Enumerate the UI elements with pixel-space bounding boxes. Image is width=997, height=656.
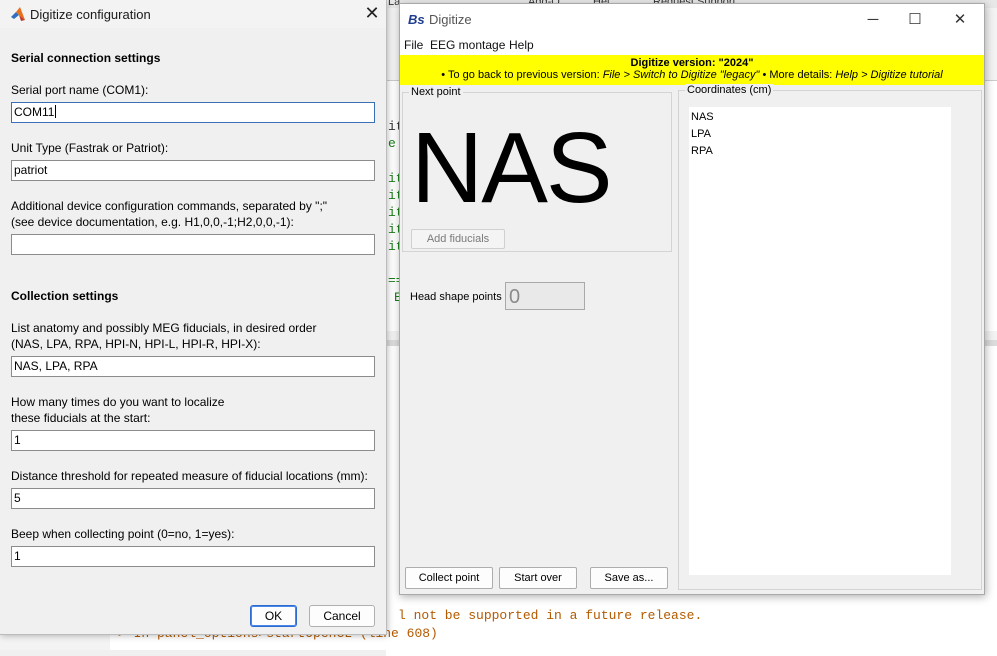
tutorial-link: Help > Digitize tutorial (835, 69, 943, 81)
serial-port-input[interactable]: COM11 (11, 102, 375, 123)
collect-point-button[interactable]: Collect point (405, 567, 493, 589)
coordinates-panel: Coordinates (cm) NAS LPA RPA (678, 84, 982, 590)
menu-bar: File EEG montage Help (400, 36, 984, 55)
repeat-count-input[interactable]: 1 (11, 430, 375, 451)
coordinates-label: Coordinates (cm) (685, 84, 774, 96)
list-item[interactable]: LPA (689, 126, 951, 143)
version-hint: • To go back to previous version: File >… (441, 69, 943, 81)
dialog-title: Digitize configuration (30, 7, 151, 22)
device-commands-input[interactable] (11, 234, 375, 255)
unit-type-label: Unit Type (Fastrak or Patriot): (11, 141, 169, 155)
minimize-icon[interactable]: ─ (861, 10, 885, 30)
distance-threshold-input[interactable]: 5 (11, 488, 375, 509)
head-shape-label: Head shape points (410, 291, 502, 303)
brainstorm-logo-icon: Bs (408, 12, 425, 27)
close-icon[interactable]: ✕ (948, 10, 972, 30)
fiducials-label: List anatomy and possibly MEG fiducials,… (11, 321, 317, 335)
beep-input[interactable]: 1 (11, 546, 375, 567)
window-title: Digitize (429, 12, 472, 27)
digitize-window: Bs Digitize ─ ☐ ✕ File EEG montage Help … (399, 3, 985, 595)
next-point-panel: Next point NAS Add fiducials (402, 86, 672, 252)
head-shape-count: 0 (505, 282, 585, 310)
fiducials-hint: (NAS, LPA, RPA, HPI-N, HPI-L, HPI-R, HPI… (11, 337, 261, 351)
legacy-switch-link: File > Switch to Digitize "legacy" (602, 69, 760, 81)
serial-port-label: Serial port name (COM1): (11, 83, 149, 97)
menu-help[interactable]: Help (509, 38, 534, 52)
cancel-button[interactable]: Cancel (309, 605, 375, 627)
code-fragment: e (388, 136, 396, 151)
next-point-display: NAS (411, 112, 613, 224)
repeat-count-label-2: these fiducials at the start: (11, 411, 151, 425)
beep-label: Beep when collecting point (0=no, 1=yes)… (11, 527, 235, 541)
menu-file[interactable]: File (404, 38, 423, 52)
repeat-count-label: How many times do you want to localize (11, 395, 225, 409)
save-as-button[interactable]: Save as... (590, 567, 668, 589)
device-commands-label: Additional device configuration commands… (11, 199, 328, 213)
maximize-icon[interactable]: ☐ (903, 10, 927, 30)
ok-button[interactable]: OK (250, 605, 297, 627)
start-over-button[interactable]: Start over (499, 567, 577, 589)
list-item[interactable]: NAS (689, 107, 951, 126)
warning-text: l not be supported in a future release. (398, 608, 703, 623)
window-titlebar[interactable]: Bs Digitize ─ ☐ ✕ (400, 4, 984, 36)
unit-type-input[interactable]: patriot (11, 160, 375, 181)
collection-settings-heading: Collection settings (11, 289, 119, 303)
device-commands-hint: (see device documentation, e.g. H1,0,0,-… (11, 215, 294, 229)
version-title: Digitize version: "2024" (630, 57, 754, 69)
add-fiducials-button[interactable]: Add fiducials (411, 229, 505, 249)
dialog-titlebar[interactable]: Digitize configuration ✕ (0, 0, 386, 28)
next-point-label: Next point (409, 86, 463, 98)
coordinates-list[interactable]: NAS LPA RPA (689, 107, 951, 575)
version-banner: Digitize version: "2024" • To go back to… (400, 55, 984, 85)
distance-threshold-label: Distance threshold for repeated measure … (11, 469, 368, 483)
menu-eeg-montage[interactable]: EEG montage (430, 38, 505, 52)
list-item[interactable]: RPA (689, 143, 951, 160)
serial-settings-heading: Serial connection settings (11, 51, 161, 65)
digitize-configuration-dialog: Digitize configuration ✕ Serial connecti… (0, 0, 387, 635)
fiducials-input[interactable]: NAS, LPA, RPA (11, 356, 375, 377)
matlab-logo-icon (11, 7, 25, 21)
close-icon[interactable]: ✕ (362, 3, 382, 23)
